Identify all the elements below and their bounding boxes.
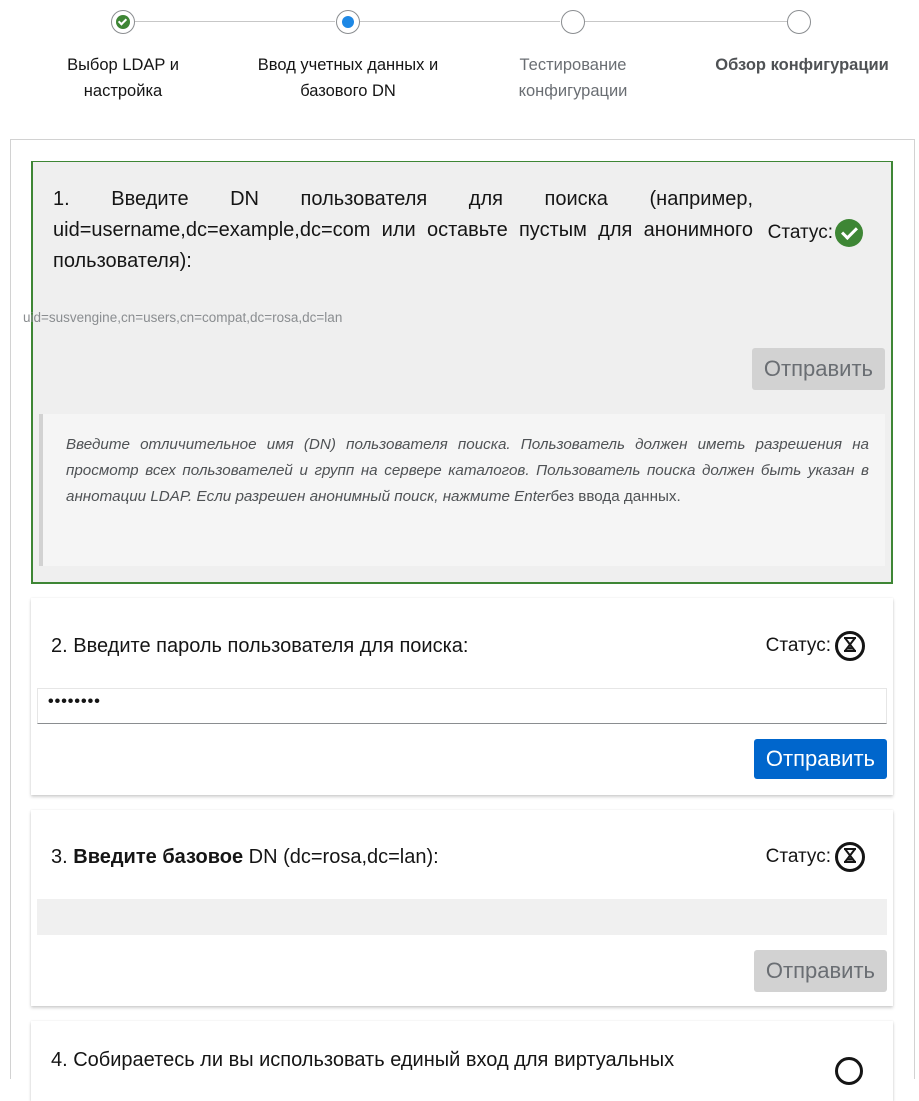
base-dn-question-rest: DN (dc=rosa,dc=lan):	[243, 846, 439, 868]
step-connector	[585, 21, 787, 22]
base-dn-question: 3. Введите базовое DN (dc=rosa,dc=lan):	[51, 842, 439, 873]
bind-dn-question: 1. Введите DN пользователя для поиска (н…	[53, 188, 753, 272]
bind-dn-help-tail: без ввода данных.	[550, 488, 681, 505]
step-3-pending-icon	[561, 10, 585, 34]
step-3-label: Тестирование конфигурации	[468, 52, 678, 104]
hourglass-icon	[835, 842, 865, 872]
step-3-label-line2: конфигурации	[518, 82, 628, 100]
hourglass-icon	[835, 631, 865, 661]
step-3-label-line1: Тестирование	[519, 56, 627, 74]
step-2-current-icon[interactable]	[336, 10, 360, 34]
bind-password-submit-button[interactable]: Отправить	[753, 739, 887, 779]
step-connector	[135, 21, 335, 22]
status-label: Статус:	[765, 846, 831, 867]
bind-dn-help-text: Введите отличительное имя (DN) пользоват…	[66, 436, 869, 505]
status-icon	[835, 1057, 863, 1085]
base-dn-card: 3. Введите базовое DN (dc=rosa,dc=lan): …	[31, 810, 893, 1006]
bind-dn-status: Статус:	[768, 219, 863, 247]
bind-password-card: 2. Введите пароль пользователя для поиск…	[31, 598, 893, 795]
base-dn-status: Статус:	[766, 842, 865, 872]
status-label: Статус:	[767, 222, 833, 243]
wizard-stepper: Выбор LDAP и настройка Ввод учетных данн…	[0, 0, 919, 120]
status-label: Статус:	[765, 635, 831, 656]
base-dn-submit-button[interactable]: Отправить	[753, 950, 887, 992]
step-1-label-line1: Выбор LDAP и	[67, 56, 179, 74]
base-dn-question-number: 3.	[51, 846, 74, 868]
step-1-done-icon[interactable]	[111, 10, 135, 34]
step-1-label[interactable]: Выбор LDAP и настройка	[18, 52, 228, 104]
base-dn-input[interactable]	[37, 899, 887, 935]
bind-password-status: Статус:	[766, 631, 865, 661]
step-2-label-line1: Ввод учетных данных и	[257, 56, 439, 74]
step-connector	[360, 21, 560, 22]
sso-card: 4. Собираетесь ли вы использовать единый…	[31, 1021, 893, 1101]
bind-dn-card: 1. Введите DN пользователя для поиска (н…	[23, 161, 893, 584]
bind-password-input[interactable]: ••••••••	[37, 688, 887, 724]
step-4-label: Обзор конфигурации	[692, 52, 912, 78]
base-dn-question-bold: Введите базовое	[73, 846, 244, 868]
bind-dn-value[interactable]: uid=susvengine,cn=users,cn=compat,dc=ros…	[23, 310, 342, 325]
bind-password-question: 2. Введите пароль пользователя для поиск…	[51, 635, 469, 657]
step-1-label-line2: настройка	[83, 82, 163, 100]
step-4-label-line1: Обзор конфигурации	[715, 56, 889, 74]
bind-dn-submit-button[interactable]: Отправить	[751, 348, 885, 390]
check-circle-icon	[835, 219, 863, 247]
step-2-label-line2: базового DN	[300, 82, 396, 100]
bind-dn-help: Введите отличительное имя (DN) пользоват…	[39, 414, 885, 566]
step-4-pending-icon	[787, 10, 811, 34]
sso-question: 4. Собираетесь ли вы использовать единый…	[51, 1049, 675, 1071]
step-2-label[interactable]: Ввод учетных данных и базового DN	[243, 52, 453, 104]
